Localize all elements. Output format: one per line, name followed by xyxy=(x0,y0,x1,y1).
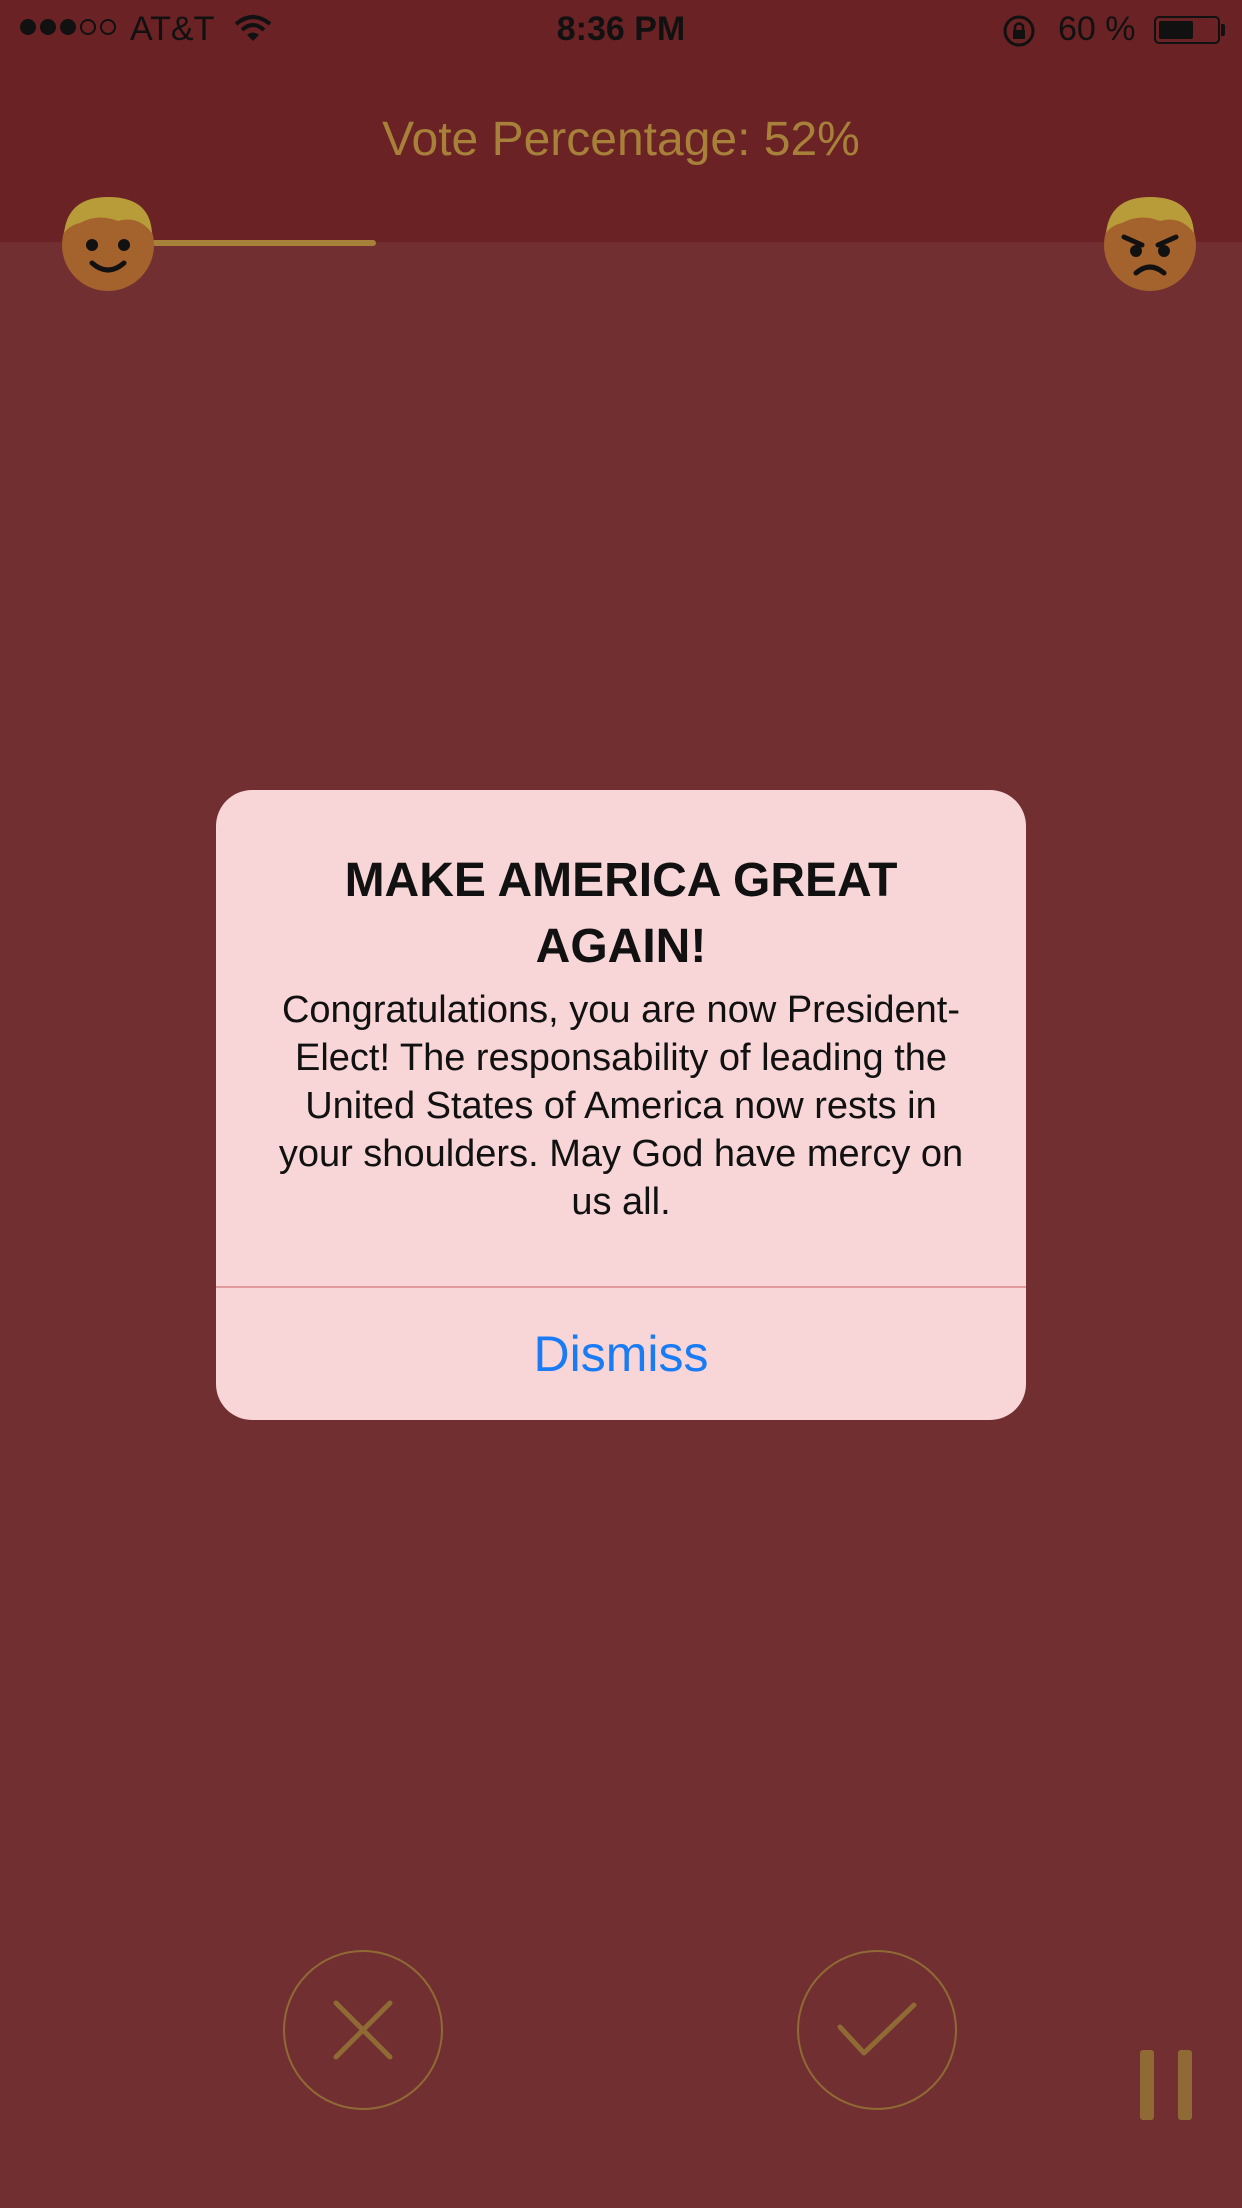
pause-button[interactable] xyxy=(1140,2050,1192,2120)
status-time: 8:36 PM xyxy=(556,10,686,48)
happy-face-icon xyxy=(62,197,154,291)
dismiss-button[interactable]: Dismiss xyxy=(216,1288,1026,1420)
alert-dialog: MAKE AMERICA GREAT AGAIN! Congratulation… xyxy=(216,790,1026,1420)
pause-icon xyxy=(1140,2050,1154,2120)
reject-button[interactable] xyxy=(283,1950,443,2110)
alert-title: MAKE AMERICA GREAT AGAIN! xyxy=(344,854,898,973)
angry-face-icon xyxy=(1104,197,1196,291)
battery-percentage: 60 % xyxy=(1058,10,1136,48)
accept-button[interactable] xyxy=(797,1950,957,2110)
battery-nub xyxy=(1221,24,1225,36)
checkmark-icon xyxy=(837,2002,917,2056)
vote-percentage-label: Vote Percentage: 52% xyxy=(382,113,860,166)
pause-icon-bar xyxy=(1178,2050,1192,2120)
battery-icon xyxy=(1154,16,1220,44)
status-bar: AT&T 8:36 PM 60 % xyxy=(0,0,1242,60)
alert-message: Congratulations, you are now President-E… xyxy=(278,989,964,1223)
rotation-lock-icon xyxy=(1003,15,1035,47)
x-icon xyxy=(333,2000,393,2060)
